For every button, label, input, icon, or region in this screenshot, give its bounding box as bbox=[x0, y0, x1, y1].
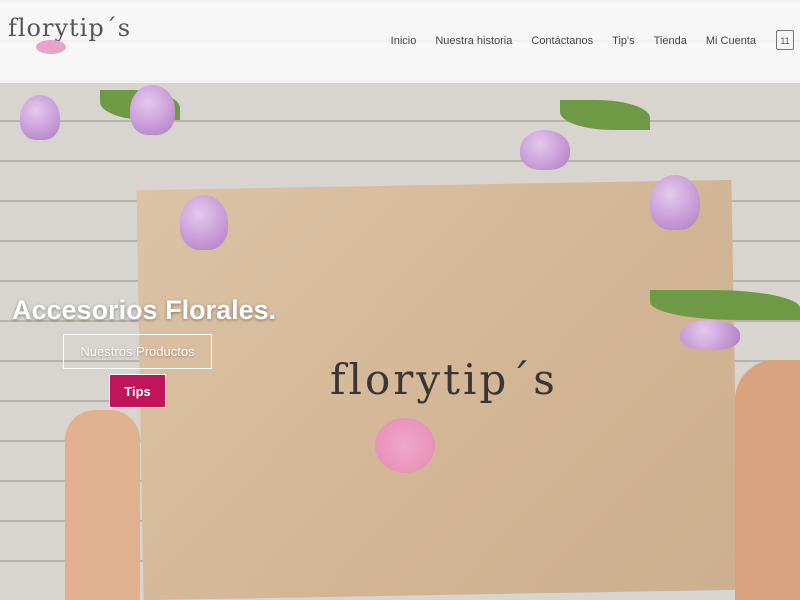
tulip-decoration bbox=[650, 175, 700, 230]
tulip-decoration bbox=[680, 320, 740, 350]
main-nav: Inicio Nuestra historia Contáctanos Tip'… bbox=[391, 35, 756, 47]
nav-nuestra-historia[interactable]: Nuestra historia bbox=[435, 35, 512, 47]
leaf-decoration bbox=[560, 100, 650, 130]
hero-title: Accesorios Florales. bbox=[12, 295, 277, 325]
shopping-bag-icon[interactable]: 11 bbox=[776, 30, 794, 50]
nav-inicio[interactable]: Inicio bbox=[391, 35, 417, 47]
cart-count: 11 bbox=[780, 36, 790, 46]
tulip-decoration bbox=[180, 195, 228, 250]
hand-image bbox=[65, 410, 140, 600]
site-header: florytip´s Inicio Nuestra historia Contá… bbox=[0, 0, 800, 83]
tips-button[interactable]: Tips bbox=[109, 374, 166, 408]
site-logo[interactable]: florytip´s bbox=[8, 14, 131, 42]
tulip-decoration bbox=[520, 130, 570, 170]
nav-mi-cuenta[interactable]: Mi Cuenta bbox=[706, 35, 756, 47]
nuestros-productos-button[interactable]: Nuestros Productos bbox=[63, 334, 212, 369]
logo-flower-icon bbox=[36, 40, 66, 54]
center-logo-flower bbox=[375, 418, 435, 473]
hand-image bbox=[735, 360, 800, 600]
nav-tips[interactable]: Tip's bbox=[612, 35, 634, 47]
tulip-decoration bbox=[20, 95, 60, 140]
center-logo: florytip´s bbox=[330, 355, 558, 404]
tulip-decoration bbox=[130, 85, 175, 135]
nav-contactanos[interactable]: Contáctanos bbox=[531, 35, 593, 47]
nav-tienda[interactable]: Tienda bbox=[654, 35, 687, 47]
